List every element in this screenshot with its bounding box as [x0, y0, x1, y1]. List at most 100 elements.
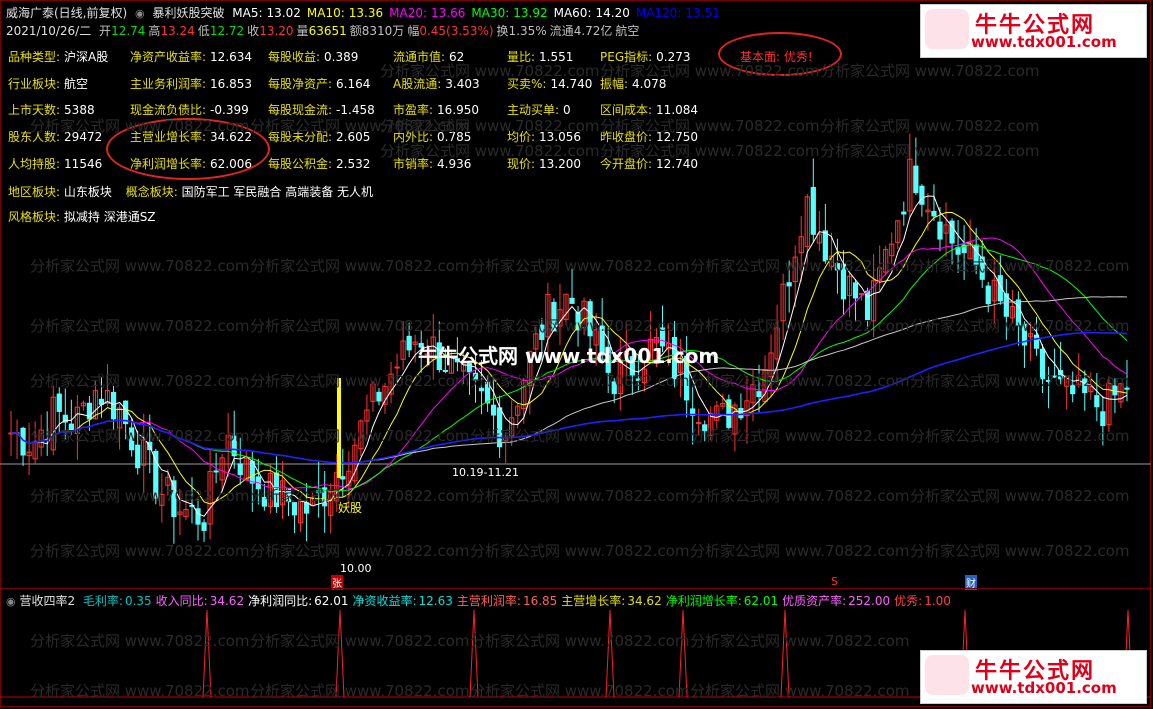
- watermark-text: 分析家公式网 www.70822.com: [380, 62, 600, 80]
- info-cell: 每股净资产: 6.164: [268, 75, 370, 92]
- watermark-text: 分析家公式网 www.70822.com: [470, 317, 690, 335]
- candle-body: [1094, 395, 1100, 408]
- candle-body: [810, 186, 816, 235]
- candle-body: [110, 391, 117, 420]
- logo-bottom[interactable]: 牛牛公式网 www.tdx001.com: [920, 650, 1147, 704]
- indicator-label: 主营增长率:: [561, 594, 626, 608]
- style-value: 拟减持 深港通SZ: [63, 210, 156, 224]
- quote-label: 幅: [407, 24, 420, 38]
- candle-body: [56, 393, 62, 412]
- watermark-text: 分析家公式网 www.70822.com: [910, 427, 1130, 445]
- info-value: 6.164: [336, 77, 371, 91]
- candle-body: [756, 391, 762, 398]
- indicator-value: 34.62: [627, 594, 662, 608]
- indicator-title[interactable]: 营收四率2: [19, 594, 75, 608]
- indicator-header: ◉ 营收四率2 毛利率: 0.35 收入同比: 34.62 净利润同比: 62.01 净资收…: [6, 592, 951, 609]
- candle-body: [931, 210, 937, 217]
- watermark-text: 分析家公式网 www.70822.com: [820, 62, 1040, 80]
- watermark-text: 分析家公式网 www.70822.com: [30, 542, 250, 560]
- indicator-name[interactable]: 暴利妖股突破: [152, 6, 224, 20]
- candle-body: [786, 282, 792, 287]
- marker-s[interactable]: S: [831, 575, 838, 588]
- info-value: 沪深A股: [64, 50, 109, 64]
- info-cell: 每股收益: 0.389: [268, 48, 358, 65]
- info-cell: 主业务利润率: 16.853: [130, 75, 252, 92]
- quote-line: 2021/10/26/二 开12.74 高13.24 低12.72 收13.20 量63…: [6, 22, 646, 39]
- quote-value: 63651: [308, 24, 347, 38]
- region-label: 地区板块:: [8, 185, 61, 199]
- cow-logo-icon: [925, 655, 969, 695]
- info-value: 11546: [64, 157, 103, 171]
- quote-value: 1.35%: [508, 24, 547, 38]
- ma-value: 14.20: [595, 6, 630, 20]
- concept-label: 概念板块:: [125, 185, 178, 199]
- candle-body: [1100, 411, 1106, 427]
- info-value: 航空: [64, 77, 89, 91]
- quote-value: 航空: [615, 24, 640, 38]
- info-label: 品种类型:: [8, 50, 61, 64]
- indicator-label: 净资收益率:: [352, 594, 417, 608]
- style-row: 风格板块: 拟减持 深港通SZ: [8, 208, 156, 225]
- watermark-text: 分析家公式网 www.70822.com: [250, 372, 470, 390]
- stock-title[interactable]: 威海广泰(日线,前复权): [6, 6, 127, 20]
- ma-value: 13.92: [513, 6, 548, 20]
- watermark-text: 分析家公式网 www.70822.com: [910, 487, 1130, 505]
- watermark-text: 分析家公式网 www.70822.com: [250, 427, 470, 445]
- indicator-value: 1.00: [924, 594, 951, 608]
- watermark-text: 分析家公式网 www.70822.com: [690, 257, 910, 275]
- candle-body: [1033, 334, 1040, 349]
- info-cell: 品种类型: 沪深A股: [8, 48, 108, 65]
- indicator-divider: [0, 588, 1151, 589]
- info-label: 主业务利润率:: [130, 77, 207, 91]
- watermark-text: 分析家公式网 www.70822.com: [820, 117, 1040, 135]
- quote-label: 流通: [549, 24, 574, 38]
- watermark-text: 分析家公式网 www.70822.com: [910, 317, 1130, 335]
- quote-label: 高: [148, 24, 161, 38]
- ma-value: 13.02: [266, 6, 301, 20]
- quote-list: 开12.74 高13.24 低12.72 收13.20 量63651 额8310万 幅0.4…: [99, 24, 642, 38]
- watermark-text: 分析家公式网 www.70822.com: [250, 632, 470, 650]
- quote-value: 12.74: [111, 24, 146, 38]
- watermark-text: 分析家公式网 www.70822.com: [30, 257, 250, 275]
- info-cell: 人均持股: 11546: [8, 155, 102, 172]
- candle-body: [919, 185, 925, 205]
- indicator-values: 毛利率: 0.35 收入同比: 34.62 净利润同比: 62.01 净资收益率: 12.63…: [79, 594, 951, 608]
- indicator-value: 16.85: [522, 594, 558, 608]
- watermark-text: 分析家公式网 www.70822.com: [380, 117, 600, 135]
- watermark-text: 分析家公式网 www.70822.com: [250, 317, 470, 335]
- indicator-value: 252.00: [848, 594, 891, 608]
- watermark-text: 分析家公式网 www.70822.com: [30, 317, 250, 335]
- quote-value: 13.24: [160, 24, 195, 38]
- ma-label: MA120:: [635, 6, 682, 20]
- quote-value: 12.72: [209, 24, 245, 38]
- watermark-text: 分析家公式网 www.70822.com: [30, 372, 250, 390]
- info-label: 每股公积金:: [268, 157, 333, 171]
- region-row: 地区板块: 山东板块 概念板块: 国防军工 军民融合 高端装备 无人机: [8, 183, 373, 200]
- settings-icon[interactable]: ◉: [135, 7, 145, 20]
- candle-body: [237, 463, 243, 476]
- quote-label: 低: [197, 24, 210, 38]
- info-cell: 净资产收益率: 12.634: [130, 48, 252, 65]
- watermark-text: 分析家公式网 www.70822.com: [910, 372, 1130, 390]
- watermark-text: 分析家公式网 www.70822.com: [820, 142, 1040, 160]
- chart-header: 威海广泰(日线,前复权) ◉ 暴利妖股突破 MA5: 13.02 MA10: 13.3…: [6, 4, 730, 21]
- watermark-text: 分析家公式网 www.70822.com: [250, 487, 470, 505]
- watermark-text: 分析家公式网 www.70822.com: [690, 542, 910, 560]
- candle-body: [913, 165, 919, 194]
- watermark-text: 分析家公式网 www.70822.com: [380, 142, 600, 160]
- ma-label: MA10:: [306, 6, 345, 20]
- candle-body: [406, 335, 412, 351]
- concept-value: 国防军工 军民融合 高端装备 无人机: [181, 185, 374, 199]
- candle-body: [985, 285, 991, 305]
- info-label: 每股净资产:: [268, 77, 333, 91]
- candle-body: [852, 282, 859, 299]
- indicator-settings-icon[interactable]: ◉: [6, 595, 16, 608]
- watermark-text: 分析家公式网 www.70822.com: [600, 62, 820, 80]
- candle-body: [340, 476, 346, 480]
- info-value: 12.634: [210, 50, 253, 64]
- info-label: 人均持股:: [8, 157, 61, 171]
- logo-top[interactable]: 牛牛公式网 www.tdx001.com: [920, 4, 1147, 58]
- logo-url-bottom: www.tdx001.com: [971, 679, 1117, 697]
- watermark-text: 分析家公式网 www.70822.com: [910, 257, 1130, 275]
- indicator-label: 净利润增长率:: [665, 594, 742, 608]
